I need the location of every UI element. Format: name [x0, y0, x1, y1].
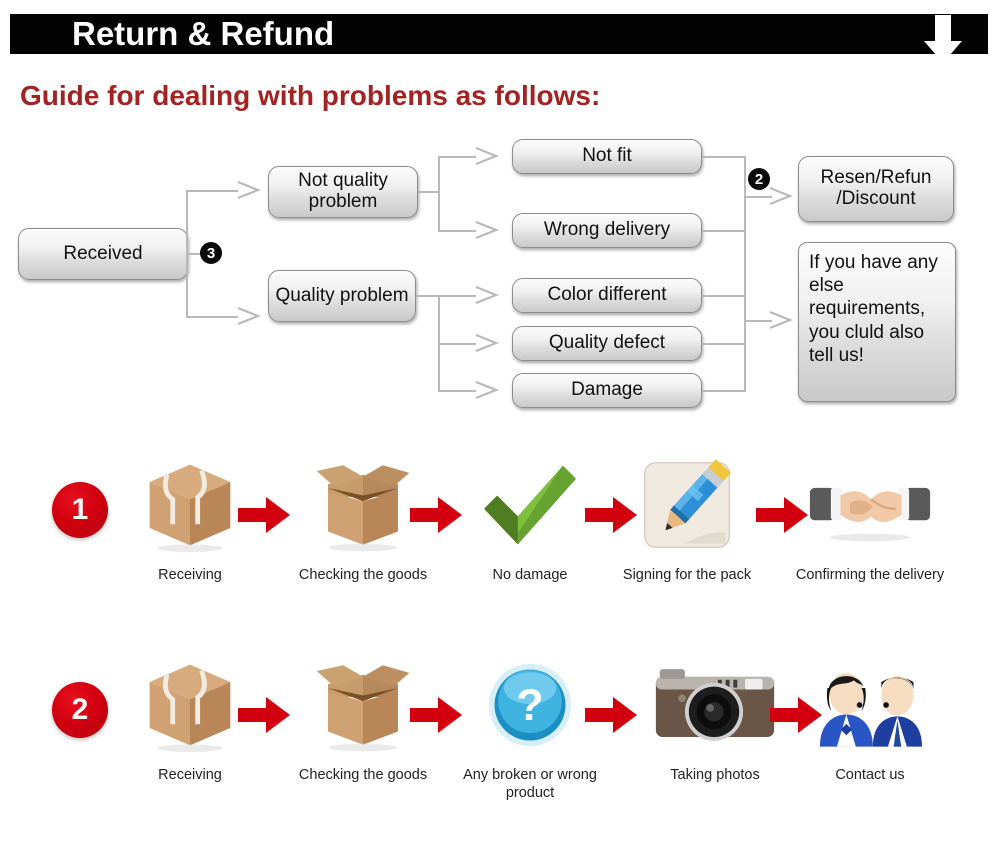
step-caption: No damage [492, 567, 568, 583]
arrowhead-icon [475, 220, 499, 240]
arrowhead-icon [475, 333, 499, 353]
row-number-1: 1 [52, 482, 108, 538]
connector-line [702, 230, 746, 232]
closed-parcel-icon [149, 464, 231, 553]
return-refund-page: Return & Refund Guide for dealing with p… [0, 0, 1000, 841]
pencil-signing-icon [643, 459, 731, 549]
arrowhead-icon [475, 285, 499, 305]
flow-node-not-quality-problem: Not quality problem [268, 166, 418, 218]
connector-line [186, 190, 238, 192]
step-caption: Receiving [158, 567, 222, 583]
arrowhead-icon [237, 306, 261, 326]
connector-line [702, 343, 746, 345]
connector-line [702, 156, 746, 158]
step-any-broken-wrong: ? Any broken or wrong product [455, 650, 605, 802]
step-badge-2: 2 [748, 168, 770, 190]
flow-node-color-different: Color different [512, 278, 702, 313]
connector-line [702, 295, 746, 297]
row-number-2: 2 [52, 682, 108, 738]
step-confirming-delivery: Confirming the delivery [795, 450, 945, 584]
red-right-arrow-icon [238, 497, 290, 533]
step-caption: Checking the goods [298, 567, 428, 583]
flow-node-wrong-delivery: Wrong delivery [512, 213, 702, 248]
connector-line [438, 156, 440, 232]
step-no-damage: No damage [455, 450, 605, 584]
question-mark-icon: ? [488, 663, 572, 747]
arrowhead-icon [475, 380, 499, 400]
connector-line [418, 191, 440, 193]
open-box-icon [316, 465, 410, 552]
step-caption: Taking photos [670, 767, 760, 783]
flow-node-received: Received [18, 228, 188, 280]
connector-line [186, 190, 188, 318]
steps-row-2: 2 Receiving Checking the goods ? Any bro… [0, 640, 1000, 840]
connector-line [702, 390, 746, 392]
steps-row-1: 1 Receiving Checking the goods No damage… [0, 440, 1000, 640]
customer-service-people-icon [819, 672, 922, 747]
connector-line [438, 343, 476, 345]
arrowhead-icon [475, 146, 499, 166]
arrowhead-icon [237, 180, 261, 200]
handshake-icon [809, 487, 931, 542]
step-badge-3: 3 [200, 242, 222, 264]
flow-node-quality-defect: Quality defect [512, 326, 702, 361]
connector-line [416, 295, 440, 297]
step-signing-pack: Signing for the pack [612, 450, 762, 584]
open-box-icon [316, 665, 410, 752]
guide-heading: Guide for dealing with problems as follo… [20, 80, 601, 111]
connector-line [438, 230, 476, 232]
connector-line [438, 295, 476, 297]
flow-node-other-requirements: If you have any else requirements, you c… [798, 242, 956, 402]
step-contact-us: Contact us [795, 650, 945, 784]
connector-bus-line [744, 156, 746, 392]
delivery-steps: 1 Receiving Checking the goods No damage… [0, 440, 1000, 841]
camera-icon [655, 669, 775, 741]
step-caption: Contact us [835, 767, 905, 783]
red-right-arrow-icon [238, 697, 290, 733]
flow-node-not-fit: Not fit [512, 139, 702, 174]
flow-node-quality-problem: Quality problem [268, 270, 416, 322]
step-caption: Signing for the pack [622, 567, 752, 583]
connector-line [438, 156, 476, 158]
green-check-icon [484, 465, 576, 545]
svg-text:?: ? [516, 679, 543, 730]
step-caption: Checking the goods [298, 767, 428, 783]
flow-node-damage: Damage [512, 373, 702, 408]
down-arrow-icon [924, 15, 962, 63]
arrowhead-icon [769, 186, 793, 206]
step-taking-photos: Taking photos [640, 650, 790, 784]
closed-parcel-icon [149, 664, 231, 753]
arrowhead-icon [769, 310, 793, 330]
step-caption: Receiving [158, 767, 222, 783]
flow-node-resend-refund-discount: Resen/Refun /Discount [798, 156, 954, 222]
flowchart: Received 3 Not quality problem Quality p… [0, 130, 1000, 430]
red-right-arrow-icon [585, 697, 637, 733]
step-caption: Any broken or wrong product [463, 767, 597, 802]
step-caption: Confirming the delivery [795, 567, 945, 583]
connector-line [438, 390, 476, 392]
connector-line [186, 316, 238, 318]
page-title: Return & Refund [72, 15, 335, 52]
